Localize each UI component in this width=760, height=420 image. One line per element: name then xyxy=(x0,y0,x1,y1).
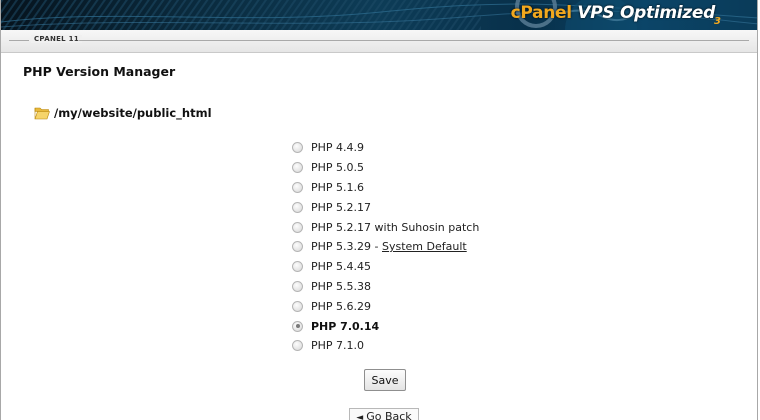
radio-button[interactable] xyxy=(292,280,303,292)
php-version-list: PHP 4.4.9 PHP 5.0.5 PHP 5.1.6 PHP 5.2.17… xyxy=(292,138,479,356)
php-version-option[interactable]: PHP 5.2.17 xyxy=(292,197,479,217)
page-title: PHP Version Manager xyxy=(23,64,176,79)
php-version-label: PHP 5.3.29 xyxy=(311,240,372,254)
php-version-option[interactable]: PHP 5.0.5 xyxy=(292,158,479,178)
php-version-label: PHP 4.4.9 xyxy=(311,141,365,155)
radio-button[interactable] xyxy=(292,241,303,253)
go-back-link[interactable]: ◄ Go Back xyxy=(349,408,419,420)
php-version-label: PHP 5.4.45 xyxy=(311,260,372,274)
product-bar: CPANEL 11 xyxy=(1,30,757,53)
brand-version: 3 xyxy=(714,16,721,27)
radio-button[interactable] xyxy=(292,300,303,312)
php-version-option[interactable]: PHP 7.0.14 xyxy=(292,316,479,336)
php-version-label: PHP 5.5.38 xyxy=(311,279,372,293)
php-version-label: PHP 5.2.17 with Suhosin patch xyxy=(311,220,480,234)
php-version-label: PHP 5.1.6 xyxy=(311,180,365,194)
php-version-label: PHP 7.1.0 xyxy=(311,339,365,353)
product-bar-rule-right xyxy=(79,40,749,41)
radio-button[interactable] xyxy=(292,221,303,233)
php-version-option[interactable]: PHP 5.5.38 xyxy=(292,277,479,297)
go-back-label: Go Back xyxy=(366,410,412,420)
php-version-option[interactable]: PHP 5.4.45 xyxy=(292,257,479,277)
directory-line: /my/website/public_html xyxy=(34,106,212,120)
php-version-label: PHP 7.0.14 xyxy=(311,319,380,333)
php-version-option[interactable]: PHP 7.1.0 xyxy=(292,336,479,356)
radio-button[interactable] xyxy=(292,142,303,154)
php-version-option[interactable]: PHP 5.2.17 with Suhosin patch xyxy=(292,217,479,237)
left-arrow-icon: ◄ xyxy=(356,413,364,420)
radio-button[interactable] xyxy=(292,162,303,174)
radio-button[interactable] xyxy=(292,201,303,213)
php-version-option[interactable]: PHP 5.1.6 xyxy=(292,178,479,198)
product-bar-rule-left xyxy=(9,40,29,41)
save-button[interactable]: Save xyxy=(364,369,406,391)
radio-button[interactable] xyxy=(292,181,303,193)
php-version-label: PHP 5.6.29 xyxy=(311,299,372,313)
system-default-label: System Default xyxy=(382,240,467,254)
radio-button[interactable] xyxy=(292,261,303,273)
brand-name: cPanel xyxy=(510,3,573,23)
radio-button[interactable] xyxy=(292,320,303,332)
directory-path: /my/website/public_html xyxy=(54,106,212,120)
open-folder-icon xyxy=(34,107,50,120)
cpanel-banner: cPanel VPS Optimized 3 xyxy=(1,0,757,30)
php-version-option[interactable]: PHP 5.3.29 - System Default xyxy=(292,237,479,257)
php-version-label: PHP 5.2.17 xyxy=(311,200,372,214)
page-frame: cPanel VPS Optimized 3 CPANEL 11 PHP Ver… xyxy=(0,0,758,420)
brand-suffix: VPS Optimized xyxy=(577,3,715,23)
default-separator: - xyxy=(371,240,382,254)
radio-button[interactable] xyxy=(292,340,303,352)
php-version-label: PHP 5.0.5 xyxy=(311,161,365,175)
brand-logo: cPanel VPS Optimized xyxy=(510,3,716,23)
product-tag: CPANEL 11 xyxy=(31,35,83,43)
php-version-option[interactable]: PHP 4.4.9 xyxy=(292,138,479,158)
php-version-option[interactable]: PHP 5.6.29 xyxy=(292,296,479,316)
